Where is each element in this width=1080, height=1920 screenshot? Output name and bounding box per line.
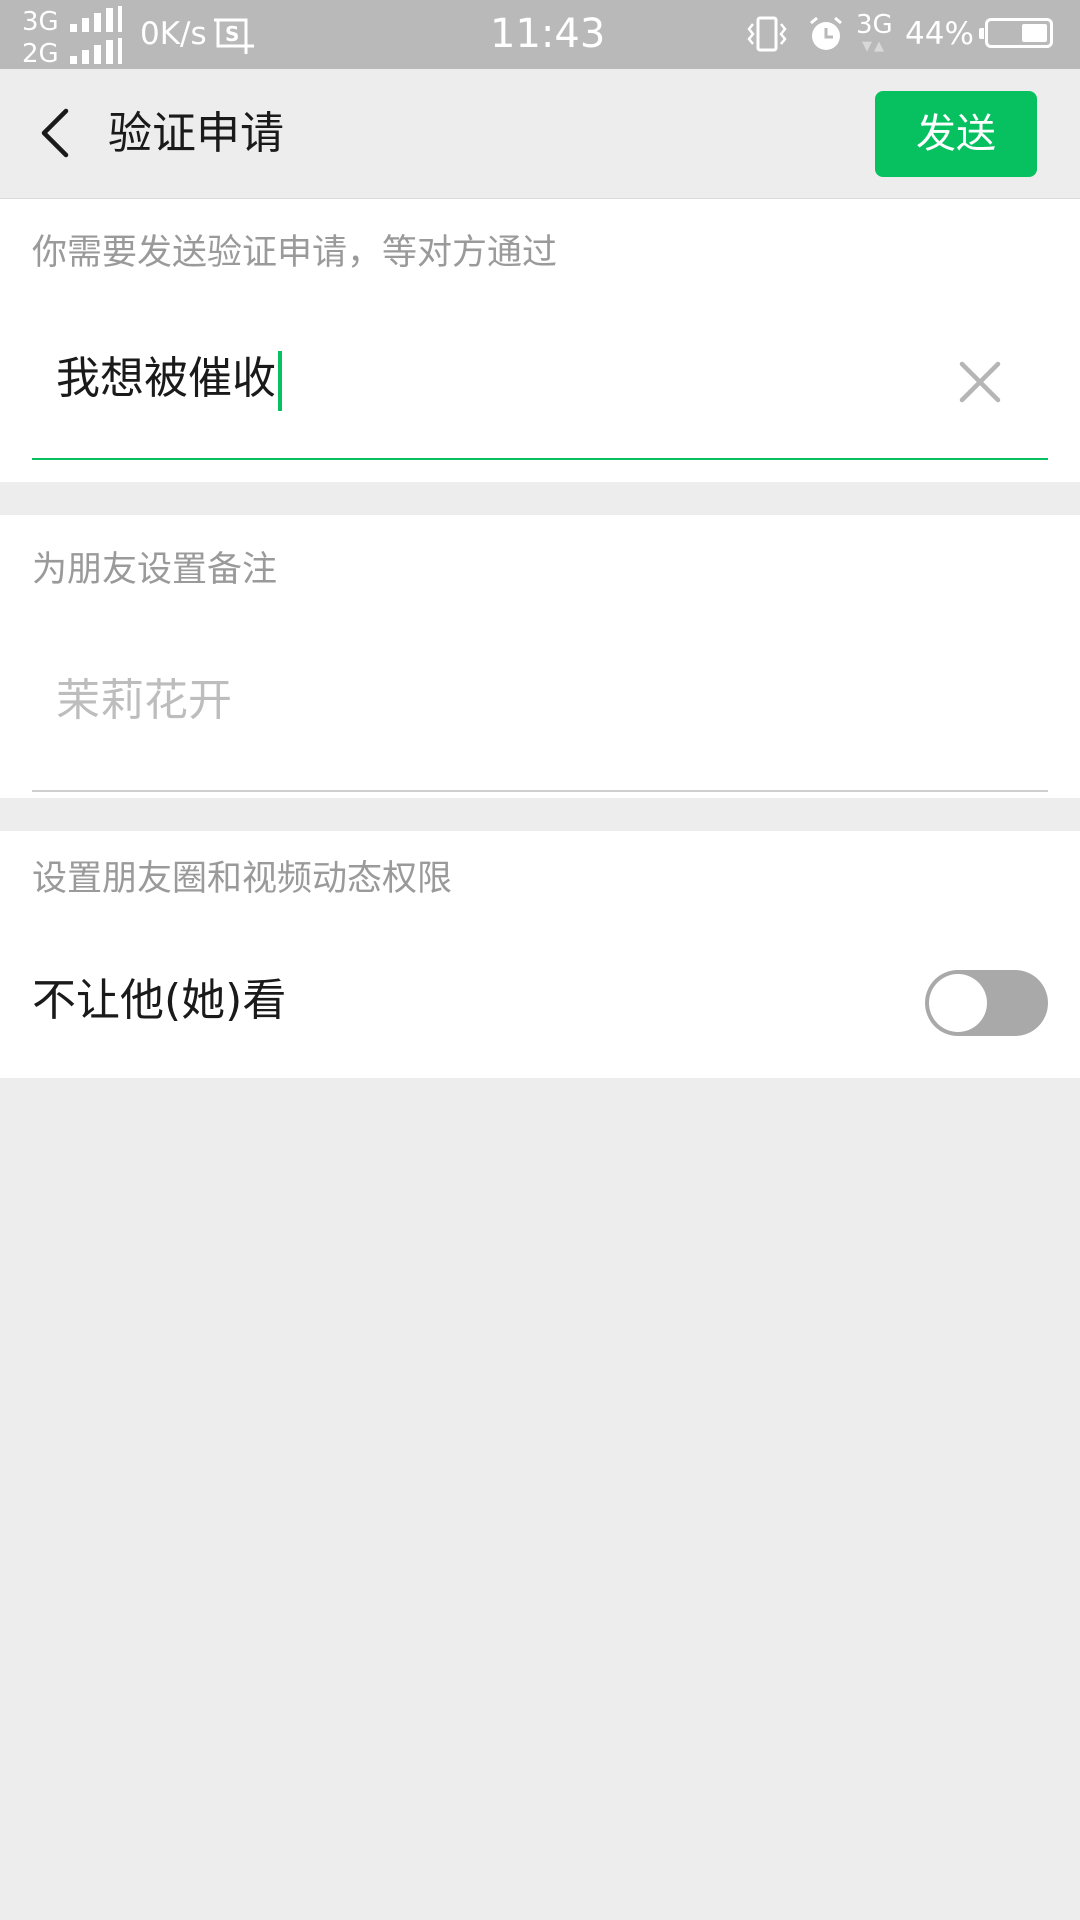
verification-hint: 你需要发送验证申请，等对方通过 bbox=[32, 233, 558, 273]
network-type-sim1: 3G bbox=[22, 7, 59, 37]
verification-message-input[interactable]: 我想被催收 bbox=[32, 347, 1048, 460]
alarm-icon bbox=[806, 14, 846, 58]
back-button[interactable] bbox=[26, 97, 96, 171]
vibrate-icon bbox=[746, 14, 788, 58]
chevron-left-icon bbox=[41, 108, 69, 158]
battery-level bbox=[1022, 24, 1047, 42]
battery-icon bbox=[979, 18, 1053, 48]
page-title: 验证申请 bbox=[108, 108, 284, 159]
close-icon[interactable] bbox=[957, 359, 1003, 405]
svg-text:S: S bbox=[225, 22, 239, 46]
clock: 11:43 bbox=[490, 11, 606, 57]
screenshot-icon: S bbox=[214, 16, 254, 58]
battery-percent: 44% bbox=[905, 16, 974, 52]
text-caret bbox=[278, 351, 282, 411]
remark-input[interactable]: 茉莉花开 bbox=[32, 669, 1048, 792]
verification-message-section: 你需要发送验证申请，等对方通过 我想被催收 bbox=[0, 199, 1080, 482]
network-speed: 0K/s bbox=[140, 16, 207, 52]
status-bar: 3G 2G 0K/s S 11:43 3G ▼▲ 44% bbox=[0, 0, 1080, 69]
network-type-sim2: 2G bbox=[22, 39, 59, 69]
verification-message-value: 我想被催收 bbox=[56, 347, 282, 411]
remark-section: 为朋友设置备注 茉莉花开 bbox=[0, 515, 1080, 798]
signal-icon bbox=[70, 6, 124, 32]
signal-icon bbox=[70, 38, 124, 64]
toggle-knob bbox=[929, 974, 987, 1032]
mobile-data-type: 3G bbox=[856, 10, 893, 40]
permission-hint: 设置朋友圈和视频动态权限 bbox=[32, 859, 453, 899]
moments-permission-section: 设置朋友圈和视频动态权限 不让他(她)看 bbox=[0, 831, 1080, 1078]
hide-from-toggle[interactable] bbox=[925, 970, 1048, 1036]
title-bar: 验证申请 发送 bbox=[0, 69, 1080, 199]
remark-hint: 为朋友设置备注 bbox=[32, 550, 278, 590]
data-activity-icon: ▼▲ bbox=[862, 39, 886, 54]
send-button[interactable]: 发送 bbox=[875, 91, 1037, 177]
hide-from-label: 不让他(她)看 bbox=[32, 975, 287, 1026]
remark-placeholder: 茉莉花开 bbox=[56, 675, 232, 726]
